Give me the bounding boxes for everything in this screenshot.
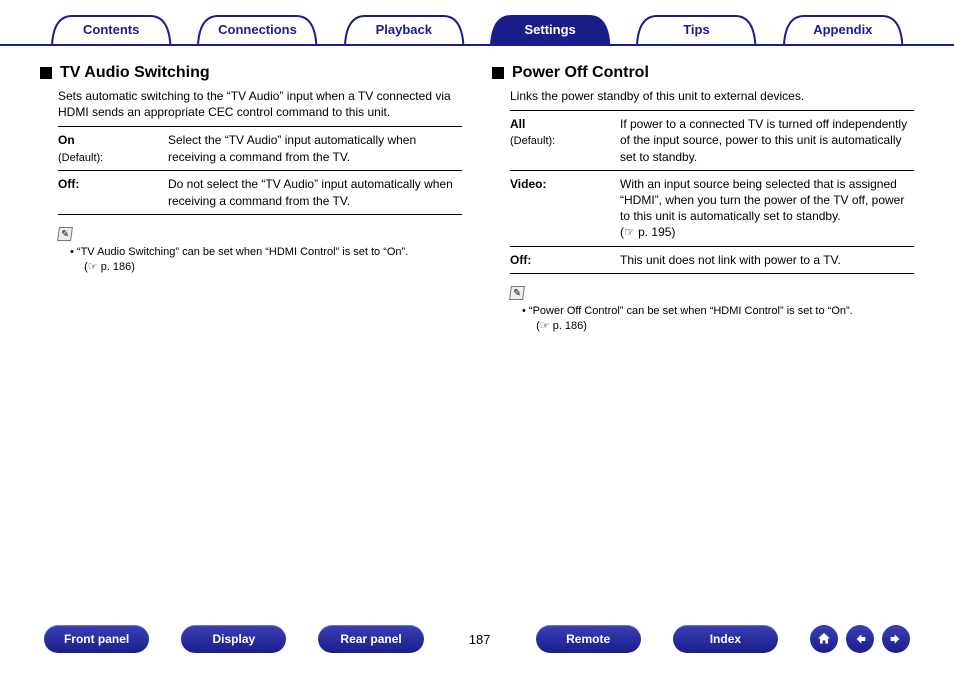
option-name: Off:	[510, 246, 620, 273]
bullet-square-icon	[492, 67, 504, 79]
option-desc: Select the “TV Audio” input automaticall…	[168, 127, 462, 171]
tab-tips[interactable]: Tips	[623, 14, 769, 44]
option-desc: If power to a connected TV is turned off…	[620, 111, 914, 171]
left-column: TV Audio Switching Sets automatic switch…	[40, 64, 462, 334]
index-button[interactable]: Index	[673, 625, 778, 653]
tab-connections[interactable]: Connections	[184, 14, 330, 44]
note-right: • “Power Off Control” can be set when “H…	[522, 304, 914, 335]
note-left: • “TV Audio Switching” can be set when “…	[70, 245, 462, 276]
table-row: All (Default): If power to a connected T…	[510, 111, 914, 171]
rear-panel-button[interactable]: Rear panel	[318, 625, 423, 653]
intro-left: Sets automatic switching to the “TV Audi…	[58, 88, 462, 120]
page-ref-link[interactable]: (☞ p. 186)	[84, 261, 135, 273]
front-panel-button[interactable]: Front panel	[44, 625, 149, 653]
option-name: All (Default):	[510, 111, 620, 171]
option-name: Video:	[510, 170, 620, 246]
page-ref-link[interactable]: (☞ p. 186)	[536, 320, 587, 332]
option-name: Off:	[58, 171, 168, 214]
remote-button[interactable]: Remote	[536, 625, 641, 653]
intro-right: Links the power standby of this unit to …	[510, 88, 914, 104]
tab-settings[interactable]: Settings	[477, 14, 623, 44]
heading-tv-audio-switching: TV Audio Switching	[60, 64, 210, 82]
tab-appendix[interactable]: Appendix	[770, 14, 916, 44]
home-icon[interactable]	[810, 625, 838, 653]
options-table-left: On (Default): Select the “TV Audio” inpu…	[58, 126, 462, 214]
option-desc: Do not select the “TV Audio” input autom…	[168, 171, 462, 214]
pencil-note-icon: ✎	[57, 227, 73, 241]
section-title-right: Power Off Control	[492, 64, 914, 82]
heading-power-off-control: Power Off Control	[512, 64, 649, 82]
page-content: TV Audio Switching Sets automatic switch…	[0, 46, 954, 334]
tab-playback[interactable]: Playback	[331, 14, 477, 44]
prev-page-icon[interactable]	[846, 625, 874, 653]
pencil-note-icon: ✎	[509, 286, 525, 300]
right-column: Power Off Control Links the power standb…	[492, 64, 914, 334]
top-tabs: Contents Connections Playback Settings T…	[0, 0, 954, 46]
section-title-left: TV Audio Switching	[40, 64, 462, 82]
tab-contents[interactable]: Contents	[38, 14, 184, 44]
options-table-right: All (Default): If power to a connected T…	[510, 110, 914, 274]
bottom-nav: Front panel Display Rear panel 187 Remot…	[0, 625, 954, 653]
page-number: 187	[456, 632, 504, 647]
table-row: On (Default): Select the “TV Audio” inpu…	[58, 127, 462, 171]
option-desc: With an input source being selected that…	[620, 170, 914, 246]
display-button[interactable]: Display	[181, 625, 286, 653]
table-row: Off: This unit does not link with power …	[510, 246, 914, 273]
table-row: Off: Do not select the “TV Audio” input …	[58, 171, 462, 214]
option-name: On (Default):	[58, 127, 168, 171]
option-desc: This unit does not link with power to a …	[620, 246, 914, 273]
table-row: Video: With an input source being select…	[510, 170, 914, 246]
bullet-square-icon	[40, 67, 52, 79]
next-page-icon[interactable]	[882, 625, 910, 653]
